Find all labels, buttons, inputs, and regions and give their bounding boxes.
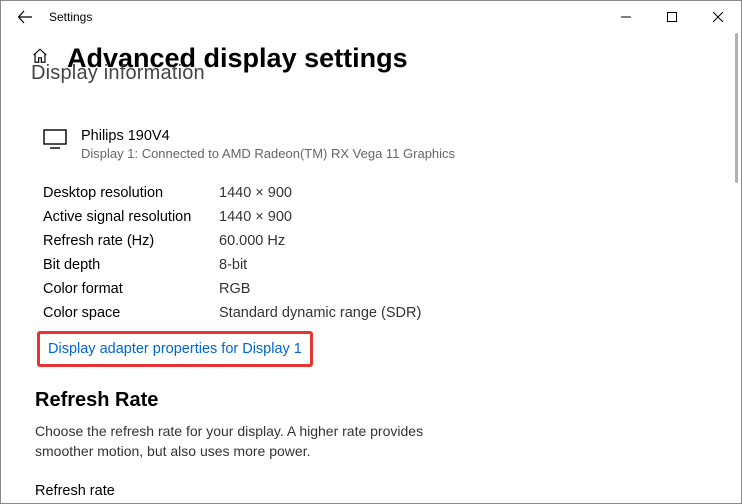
spec-value: 8-bit xyxy=(219,257,247,273)
scrollbar-thumb[interactable] xyxy=(735,33,738,183)
table-row: Active signal resolution 1440 × 900 xyxy=(43,205,711,229)
highlight-box: Display adapter properties for Display 1 xyxy=(37,331,313,367)
monitor-info: Philips 190V4 Display 1: Connected to AM… xyxy=(43,128,711,161)
content-area: Advanced display settings Display inform… xyxy=(1,33,741,503)
table-row: Color format RGB xyxy=(43,277,711,301)
arrow-left-icon xyxy=(17,9,33,25)
spec-label: Active signal resolution xyxy=(43,209,219,225)
refresh-rate-heading: Refresh Rate xyxy=(35,389,711,412)
table-row: Refresh rate (Hz) 60.000 Hz xyxy=(43,229,711,253)
monitor-name: Philips 190V4 xyxy=(81,128,455,144)
table-row: Desktop resolution 1440 × 900 xyxy=(43,181,711,205)
spec-value: 1440 × 900 xyxy=(219,185,292,201)
minimize-icon xyxy=(621,12,631,22)
spec-value: Standard dynamic range (SDR) xyxy=(219,305,421,321)
refresh-rate-description: Choose the refresh rate for your display… xyxy=(35,422,475,461)
table-row: Color space Standard dynamic range (SDR) xyxy=(43,301,711,325)
table-row: Bit depth 8-bit xyxy=(43,253,711,277)
spec-label: Bit depth xyxy=(43,257,219,273)
monitor-connection: Display 1: Connected to AMD Radeon(TM) R… xyxy=(81,146,455,161)
spec-label: Color format xyxy=(43,281,219,297)
monitor-icon xyxy=(43,128,67,155)
close-icon xyxy=(713,12,723,22)
scrollbar[interactable] xyxy=(731,33,741,353)
adapter-properties-link[interactable]: Display adapter properties for Display 1 xyxy=(48,341,302,357)
maximize-icon xyxy=(667,12,677,22)
spec-label: Refresh rate (Hz) xyxy=(43,233,219,249)
back-button[interactable] xyxy=(7,1,43,33)
spec-label: Color space xyxy=(43,305,219,321)
refresh-rate-label: Refresh rate xyxy=(35,483,711,499)
titlebar: Settings xyxy=(1,1,741,33)
minimize-button[interactable] xyxy=(603,1,649,33)
section-heading-truncated: Display information xyxy=(31,62,711,84)
app-title: Settings xyxy=(49,10,92,24)
spec-value: RGB xyxy=(219,281,250,297)
spec-table: Desktop resolution 1440 × 900 Active sig… xyxy=(43,181,711,325)
maximize-button[interactable] xyxy=(649,1,695,33)
spec-value: 1440 × 900 xyxy=(219,209,292,225)
close-button[interactable] xyxy=(695,1,741,33)
spec-label: Desktop resolution xyxy=(43,185,219,201)
spec-value: 60.000 Hz xyxy=(219,233,285,249)
window-controls xyxy=(603,1,741,33)
